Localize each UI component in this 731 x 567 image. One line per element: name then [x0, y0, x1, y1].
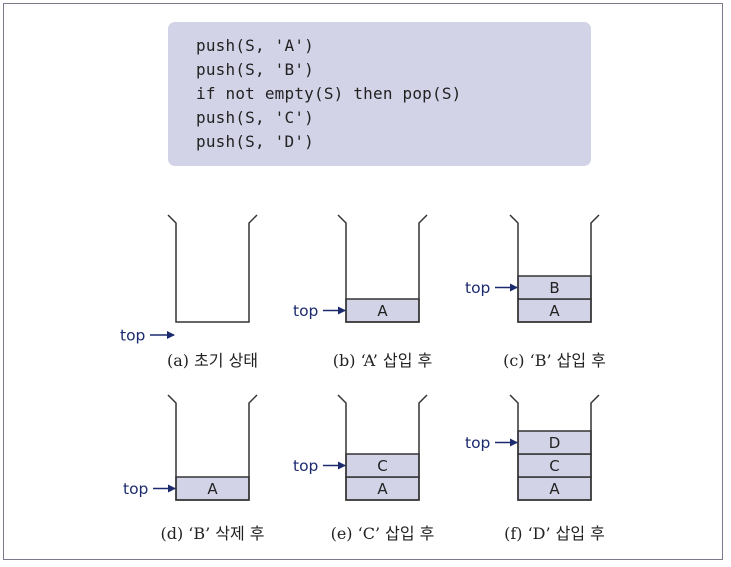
- stack-b: Atop (b) ‘A’ 삽입 후: [293, 214, 432, 370]
- top-pointer-label: top: [293, 457, 318, 475]
- top-pointer-label: top: [293, 302, 318, 320]
- stack-cell-label: A: [549, 302, 560, 320]
- top-pointer-label: top: [123, 480, 148, 498]
- stack-caption: (d) ‘B’ 삭제 후: [160, 524, 264, 543]
- stack-diagram: top(a) 초기 상태Atop(b) ‘A’ 삽입 후ABtop(c) ‘B’…: [120, 214, 606, 543]
- stack-cell-label: A: [377, 480, 388, 498]
- stack-f: ACDtop (f) ‘D’ 삽입 후: [465, 394, 605, 543]
- stack-cell-label: D: [549, 434, 561, 452]
- stack-e: ACtop (e) ‘C’ 삽입 후: [293, 394, 435, 543]
- stack-caption: (c) ‘B’ 삽입 후: [503, 351, 606, 370]
- stack-cell-label: C: [377, 457, 387, 475]
- stack-a: top (a) 초기 상태: [120, 214, 258, 370]
- stack-cell-label: A: [377, 302, 388, 320]
- stack-d: Atop (d) ‘B’ 삭제 후: [123, 394, 265, 543]
- top-pointer-label: top: [465, 279, 490, 297]
- stack-cell-label: A: [549, 480, 560, 498]
- stack-caption: (e) ‘C’ 삽입 후: [331, 524, 435, 543]
- stack-cell-label: C: [549, 457, 559, 475]
- stack-caption: (b) ‘A’ 삽입 후: [333, 351, 432, 370]
- stack-cell-label: B: [549, 279, 559, 297]
- top-pointer-label: top: [120, 327, 145, 345]
- top-pointer-label: top: [465, 434, 490, 452]
- stack-caption: (f) ‘D’ 삽입 후: [504, 524, 605, 543]
- stack-cell-label: A: [207, 480, 218, 498]
- stack-c: ABtop (c) ‘B’ 삽입 후: [465, 214, 606, 370]
- stack-caption: (a) 초기 상태: [167, 351, 258, 370]
- stack-container: [167, 214, 258, 323]
